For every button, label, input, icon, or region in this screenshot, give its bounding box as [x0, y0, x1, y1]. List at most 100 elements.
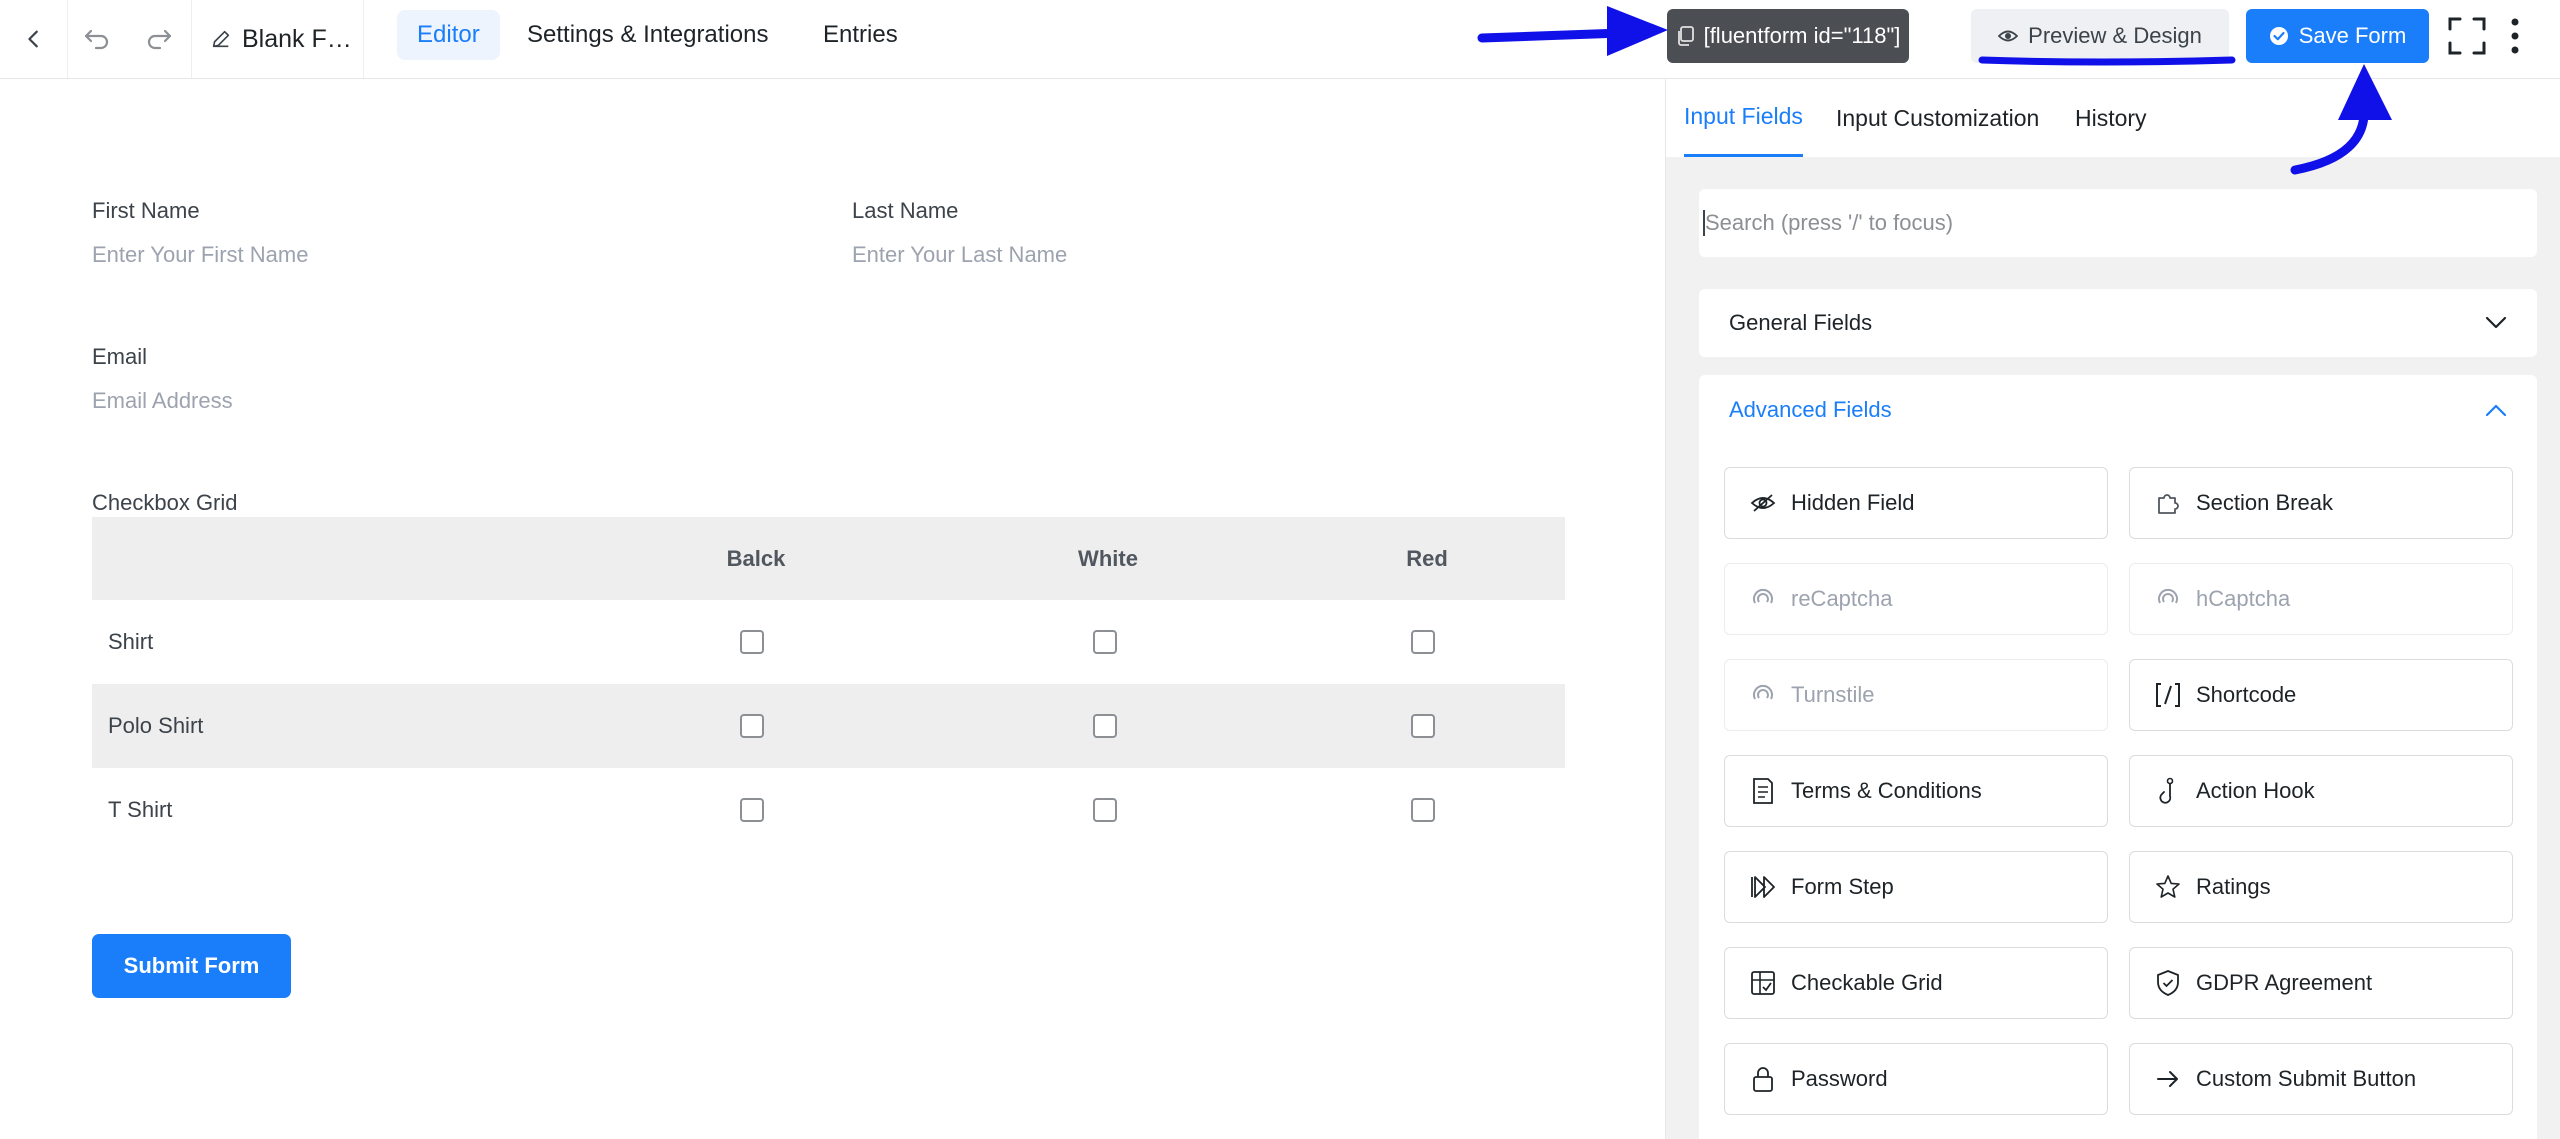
redo-button[interactable]	[126, 0, 192, 78]
grid-checkbox[interactable]	[1093, 630, 1117, 654]
star-icon	[2154, 873, 2182, 901]
field-label: Action Hook	[2196, 778, 2315, 803]
grid-header-row: Balck White Red	[92, 517, 1565, 600]
field-label: Custom Submit Button	[2196, 1066, 2417, 1091]
field-hidden-field[interactable]: Hidden Field	[1724, 467, 2108, 539]
copy-shortcode-button[interactable]: [fluentform id="118"]	[1667, 9, 1909, 63]
fullscreen-button[interactable]	[2447, 16, 2487, 56]
field-label: Section Break	[2196, 490, 2333, 515]
hook-icon	[2154, 777, 2182, 805]
field-label: Hidden Field	[1791, 490, 1915, 515]
field-label: Checkable Grid	[1791, 970, 1943, 995]
copy-icon	[1677, 26, 1694, 46]
kebab-menu-icon	[2511, 18, 2519, 54]
grid-checkbox[interactable]	[1411, 714, 1435, 738]
field-label: hCaptcha	[2196, 586, 2291, 611]
eye-icon	[1998, 30, 2019, 42]
fast-forward-icon	[1749, 873, 1777, 901]
turnstile-icon	[1749, 681, 1777, 709]
undo-icon	[84, 29, 109, 50]
field-turnstile: Turnstile	[1724, 659, 2108, 731]
grid-checkbox[interactable]	[1093, 714, 1117, 738]
field-search-box	[1699, 189, 2537, 257]
advanced-fields-title: Advanced Fields	[1729, 397, 1892, 422]
chevron-left-icon	[27, 30, 38, 48]
field-sidebar: Input Fields Input Customization History…	[1665, 79, 2560, 1139]
shortcode-label: [fluentform id="118"]	[1703, 23, 1901, 48]
grid-check-icon	[1749, 969, 1777, 997]
email-input[interactable]: Email Address	[92, 388, 233, 414]
tab-entries[interactable]: Entries	[803, 10, 918, 60]
field-recaptcha: reCaptcha	[1724, 563, 2108, 635]
field-section-break[interactable]: Section Break	[2129, 467, 2513, 539]
field-label: Form Step	[1791, 874, 1894, 899]
pencil-icon	[212, 30, 230, 48]
grid-column-header: Balck	[726, 545, 786, 571]
arrow-right-icon	[2154, 1065, 2182, 1093]
grid-row: Shirt	[92, 600, 1565, 684]
field-label: Terms & Conditions	[1791, 778, 1982, 803]
tab-settings-integrations[interactable]: Settings & Integrations	[507, 10, 788, 60]
puzzle-icon	[2154, 489, 2182, 517]
field-password[interactable]: Password	[1724, 1043, 2108, 1115]
general-fields-title: General Fields	[1729, 310, 1873, 335]
last-name-input[interactable]: Enter Your Last Name	[852, 242, 1067, 268]
field-search-input[interactable]	[1705, 210, 2485, 236]
shield-icon	[2154, 969, 2182, 997]
tab-input-customization[interactable]: Input Customization	[1836, 79, 2039, 157]
advanced-fields-section: Advanced Fields Hidden Field Section Bre…	[1699, 375, 2537, 1139]
last-name-label: Last Name	[852, 198, 959, 223]
field-ratings[interactable]: Ratings	[2129, 851, 2513, 923]
advanced-fields-header[interactable]: Advanced Fields	[1699, 375, 2537, 445]
general-fields-section[interactable]: General Fields	[1699, 289, 2537, 357]
checkbox-grid-label: Checkbox Grid	[92, 490, 238, 515]
sidebar-tabs: Input Fields Input Customization History	[1666, 79, 2560, 157]
field-label: Turnstile	[1791, 682, 1875, 707]
grid-row-label: Shirt	[108, 629, 154, 654]
chevron-down-icon	[2485, 316, 2507, 329]
hcaptcha-icon	[2154, 585, 2182, 613]
field-form-step[interactable]: Form Step	[1724, 851, 2108, 923]
submit-form-button[interactable]: Submit Form	[92, 934, 291, 998]
grid-column-header: White	[1078, 545, 1138, 571]
grid-row-label: Polo Shirt	[108, 713, 204, 738]
chevron-up-icon	[2485, 404, 2507, 417]
back-button[interactable]	[0, 0, 68, 78]
field-checkable-grid[interactable]: Checkable Grid	[1724, 947, 2108, 1019]
field-terms-conditions[interactable]: Terms & Conditions	[1724, 755, 2108, 827]
field-label: reCaptcha	[1791, 586, 1893, 611]
field-action-hook[interactable]: Action Hook	[2129, 755, 2513, 827]
grid-checkbox[interactable]	[1093, 798, 1117, 822]
tab-input-fields[interactable]: Input Fields	[1684, 79, 1803, 157]
grid-checkbox[interactable]	[740, 630, 764, 654]
form-canvas: First Name Enter Your First Name Last Na…	[0, 79, 1665, 1139]
shortcode-icon	[2154, 681, 2182, 709]
grid-checkbox[interactable]	[740, 798, 764, 822]
document-icon	[1749, 777, 1777, 805]
field-label: GDPR Agreement	[2196, 970, 2373, 995]
tab-editor[interactable]: Editor	[397, 10, 500, 60]
grid-checkbox[interactable]	[740, 714, 764, 738]
tab-history[interactable]: History	[2075, 79, 2147, 157]
field-gdpr-agreement[interactable]: GDPR Agreement	[2129, 947, 2513, 1019]
field-shortcode[interactable]: Shortcode	[2129, 659, 2513, 731]
undo-button[interactable]	[68, 0, 126, 78]
field-label: Ratings	[2196, 874, 2271, 899]
email-label: Email	[92, 344, 148, 369]
more-options-button[interactable]	[2500, 14, 2530, 58]
lock-icon	[1749, 1065, 1777, 1093]
redo-icon	[147, 29, 171, 50]
field-label: Password	[1791, 1066, 1888, 1091]
form-title[interactable]: Blank F…	[192, 0, 364, 78]
check-circle-icon	[2269, 27, 2288, 45]
grid-checkbox[interactable]	[1411, 798, 1435, 822]
preview-design-button[interactable]: Preview & Design	[1971, 9, 2229, 63]
save-form-button[interactable]: Save Form	[2246, 9, 2429, 63]
recaptcha-icon	[1749, 585, 1777, 613]
field-label: Shortcode	[2196, 682, 2297, 707]
grid-checkbox[interactable]	[1411, 630, 1435, 654]
top-toolbar: Blank F… Editor Settings & Integrations …	[0, 0, 2560, 79]
field-custom-submit-button[interactable]: Custom Submit Button	[2129, 1043, 2513, 1115]
first-name-input[interactable]: Enter Your First Name	[92, 242, 308, 268]
grid-row-label: T Shirt	[108, 797, 173, 822]
